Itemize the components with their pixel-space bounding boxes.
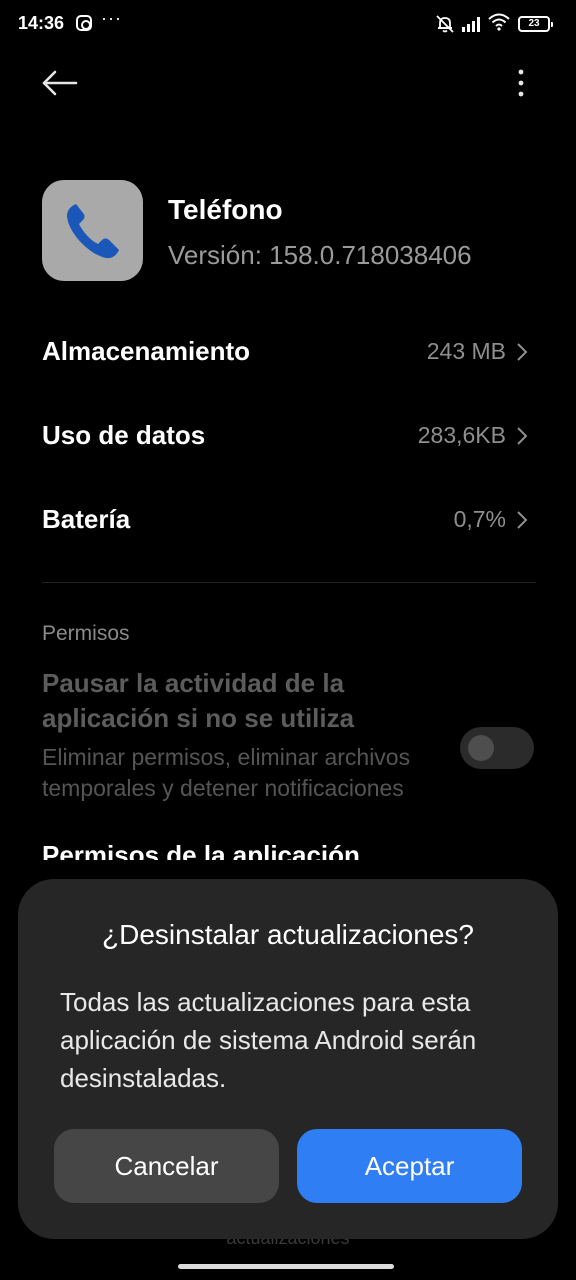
signal-icon bbox=[462, 16, 480, 32]
arrow-left-icon bbox=[42, 70, 78, 96]
phone-icon bbox=[67, 204, 119, 259]
back-button[interactable] bbox=[38, 64, 82, 104]
chevron-right-icon bbox=[517, 427, 528, 445]
chevron-right-icon bbox=[517, 511, 528, 529]
uninstall-updates-dialog: ¿Desinstalar actualizaciones? Todas las … bbox=[18, 879, 558, 1239]
storage-label: Almacenamiento bbox=[42, 336, 251, 366]
wifi-icon bbox=[488, 13, 510, 36]
data-usage-row[interactable]: Uso de datos 283,6KB bbox=[42, 406, 536, 466]
pause-activity-toggle[interactable] bbox=[460, 727, 534, 769]
dialog-title: ¿Desinstalar actualizaciones? bbox=[102, 919, 474, 950]
bell-off-icon bbox=[436, 15, 454, 33]
more-notifications-icon: ··· bbox=[101, 8, 122, 28]
battery-icon: 23 bbox=[518, 16, 553, 32]
battery-label: Batería bbox=[42, 504, 131, 534]
storage-row[interactable]: Almacenamiento 243 MB bbox=[42, 322, 536, 382]
status-icons: 23 bbox=[436, 13, 553, 36]
pause-activity-description: Eliminar permisos, eliminar archivos tem… bbox=[42, 744, 411, 801]
status-bar: 14:36 ··· 23 bbox=[0, 0, 576, 50]
permissions-section-title: Permisos bbox=[42, 622, 130, 645]
home-indicator[interactable] bbox=[178, 1264, 394, 1269]
pause-activity-title: Pausar la actividad de la aplicación si … bbox=[42, 668, 355, 733]
app-version: Versión: 158.0.718038406 bbox=[168, 240, 472, 270]
accept-button[interactable]: Aceptar bbox=[297, 1129, 522, 1203]
battery-value: 0,7% bbox=[453, 506, 506, 532]
data-usage-label: Uso de datos bbox=[42, 420, 206, 450]
status-time: 14:36 bbox=[18, 13, 65, 33]
chevron-right-icon bbox=[517, 343, 528, 361]
app-icon bbox=[42, 180, 143, 281]
data-usage-value: 283,6KB bbox=[417, 422, 506, 448]
battery-row[interactable]: Batería 0,7% bbox=[42, 490, 536, 550]
app-name: Teléfono bbox=[168, 194, 283, 225]
battery-level: 23 bbox=[528, 18, 540, 29]
more-vertical-icon bbox=[518, 69, 524, 97]
dialog-message: Todas las actualizaciones para esta apli… bbox=[60, 987, 477, 1093]
storage-value: 243 MB bbox=[426, 338, 506, 364]
toggle-knob bbox=[468, 735, 494, 761]
divider bbox=[42, 582, 536, 583]
more-options-button[interactable] bbox=[506, 64, 536, 104]
instagram-icon bbox=[76, 15, 92, 31]
cancel-button[interactable]: Cancelar bbox=[54, 1129, 279, 1203]
